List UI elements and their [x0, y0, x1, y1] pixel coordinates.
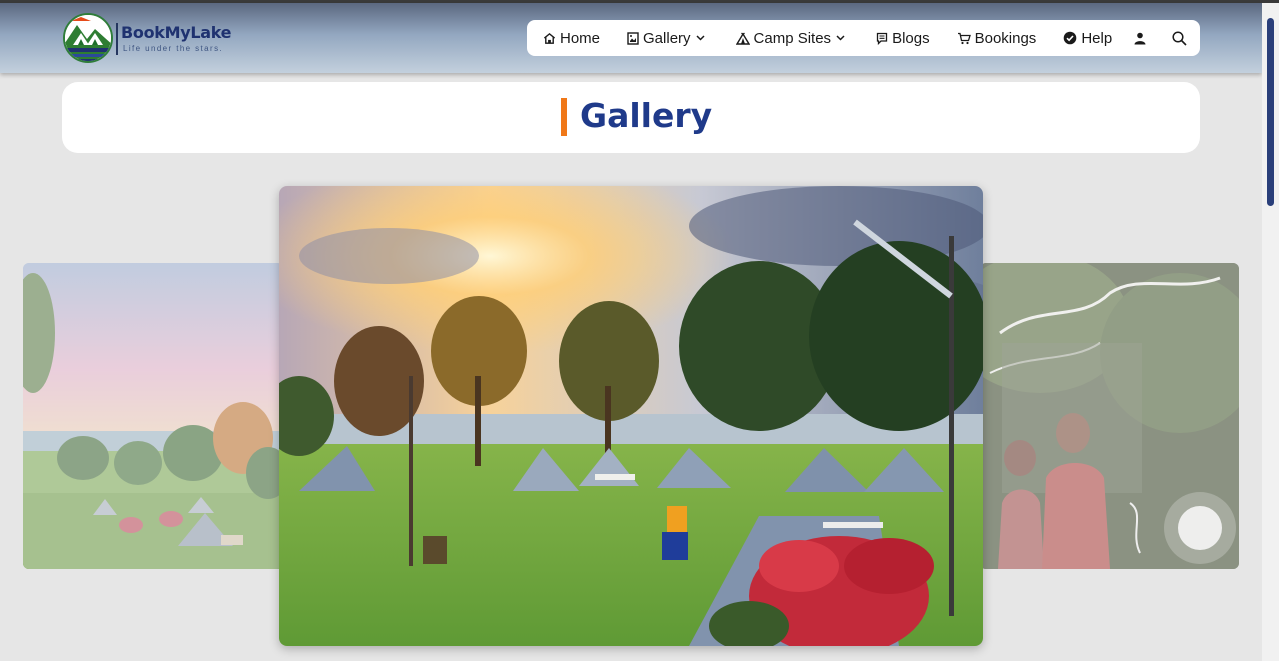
site-header: BookMyLake Life under the stars. Home Ga… [0, 3, 1262, 73]
inactive-slide-overlay [980, 263, 1239, 569]
nav-camp-sites-label: Camp Sites [753, 29, 832, 47]
gallery-icon [627, 31, 639, 45]
check-badge-icon [1064, 31, 1077, 45]
main-nav: Home Gallery Camp Sites Blogs Bookings H… [527, 20, 1200, 56]
nav-gallery-label: Gallery [643, 29, 691, 47]
nav-home-label: Home [560, 29, 601, 47]
nav-home[interactable]: Home [543, 30, 600, 47]
brand-name[interactable]: BookMyLake [121, 23, 232, 42]
nav-blogs-label: Blogs [892, 29, 930, 47]
nav-help-label: Help [1081, 29, 1113, 47]
chevron-down-icon [836, 35, 845, 41]
carousel-slide-active[interactable] [279, 186, 983, 646]
logo-divider [116, 23, 118, 55]
nav-blogs[interactable]: Blogs [876, 30, 930, 47]
blog-icon [876, 32, 888, 45]
nav-camp-sites[interactable]: Camp Sites [735, 29, 850, 47]
page-title-card: Gallery [62, 82, 1200, 153]
nav-bookings[interactable]: Bookings [957, 29, 1037, 47]
page-title: Gallery [580, 96, 713, 135]
scrollbar-thumb[interactable] [1267, 18, 1274, 206]
tent-icon [735, 32, 750, 45]
nav-help[interactable]: Help [1063, 30, 1112, 47]
title-accent-bar [561, 98, 567, 136]
carousel-slide-next[interactable] [980, 263, 1239, 569]
account-button[interactable] [1134, 32, 1146, 45]
logo-emblem-icon [65, 15, 111, 61]
gallery-photo [279, 186, 983, 646]
chevron-down-icon [696, 35, 705, 41]
inactive-slide-overlay [23, 263, 283, 569]
home-icon [543, 32, 556, 44]
search-icon [1172, 30, 1187, 46]
user-icon [1134, 32, 1146, 44]
brand-tagline: Life under the stars. [123, 44, 224, 53]
cart-icon [957, 32, 971, 44]
nav-bookings-label: Bookings [974, 29, 1037, 47]
nav-gallery[interactable]: Gallery [627, 30, 709, 47]
carousel-slide-previous[interactable] [23, 263, 283, 569]
brand-logo[interactable] [63, 13, 113, 63]
search-button[interactable] [1172, 30, 1187, 46]
